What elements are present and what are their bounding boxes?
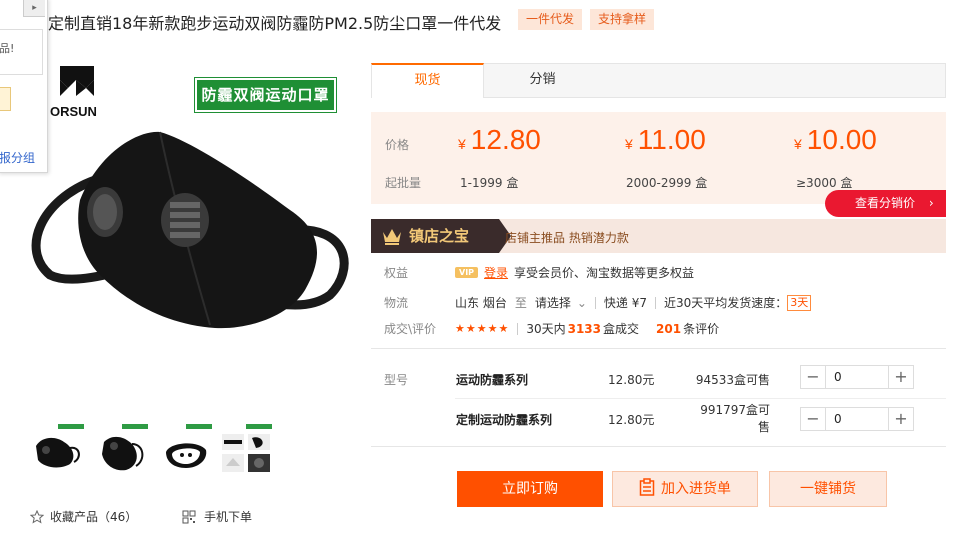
thumbnail-2[interactable] [94,422,150,476]
product-title: 定制直销18年新款跑步运动双阀防霾防PM2.5防尘口罩一件代发 [48,14,502,33]
reviews-count[interactable]: 201 [656,322,681,336]
view-distribution-price-button[interactable]: 查看分销价 › [825,190,946,217]
deals-row: ★★★★★ 30天内 3133 盒成交 201 条评价 [455,320,719,337]
price-label: 价格 [385,138,410,152]
deals-count: 3133 [567,321,601,336]
login-link[interactable]: 登录 [484,264,508,281]
crown-icon [383,229,401,245]
divider [517,322,519,335]
tag-dropship: 一件代发 [518,9,583,30]
buy-now-button[interactable]: 立即订购 [457,471,603,507]
qr-code-icon [182,510,196,523]
deals-label: 成交\评价 [384,322,437,336]
express-fee: 快递 ¥7 [603,296,648,310]
tab-spot[interactable]: 现货 [371,63,484,98]
thumbnail-1[interactable] [30,422,86,476]
one-key-distribute-button[interactable]: 一键铺货 [769,471,887,507]
sku-price-1: 12.80元 [608,373,655,387]
purchase-tabs: 现货 分销 [371,63,946,98]
product-main-image[interactable] [20,60,350,360]
deals-suffix: 盒成交 [603,322,640,336]
destination-select[interactable]: 请选择 ⌄ [535,294,587,311]
quantity-input[interactable]: 0 [825,408,889,430]
quantity-input[interactable]: 0 [825,366,889,388]
origin-text: 山东 烟台 [455,296,507,310]
mobile-order-label: 手机下单 [204,510,253,524]
star-outline-icon [30,509,44,524]
sku-stock-2: 991797盒可售 [700,403,770,434]
sku-name-1: 运动防霾系列 [456,373,529,387]
chevron-right-icon: › [928,196,934,210]
moq-label: 起批量 [385,176,422,190]
range-tier-3: ≥3000 盒 [796,176,853,190]
mobile-order[interactable]: 手机下单 [182,508,252,525]
tab-distribution[interactable]: 分销 [486,63,599,98]
rating-stars-icon: ★★★★★ [455,322,510,335]
clipboard-icon [639,478,655,496]
divider [371,348,946,349]
sku-price-2: 12.80元 [608,413,655,427]
popup-collapse-icon[interactable]: ▸ [23,0,45,17]
treasure-badge: 镇店之宝 [371,219,511,253]
sku-name-2: 定制运动防霾系列 [456,413,553,427]
minus-button[interactable]: − [801,408,825,430]
price-tier-1: ¥12.80 [458,124,541,155]
range-tier-2: 2000-2999 盒 [626,176,708,190]
quantity-stepper-2: − 0 + [800,407,914,431]
minus-button[interactable]: − [801,366,825,388]
vip-badge: VIP [455,267,479,278]
logistics-label: 物流 [384,296,409,310]
ship-speed-text: 近30天平均发货速度： [664,296,788,310]
thumbnail-4[interactable] [218,422,274,476]
popup-highlight[interactable] [0,87,11,111]
divider [455,398,946,399]
deals-prefix: 30天内 [526,322,566,336]
reviews-suffix[interactable]: 条评价 [683,320,719,337]
logistics-row: 山东 烟台 至 请选择 ⌄ 快递 ¥7 近30天平均发货速度： 3天 [455,294,812,311]
favorite-label: 收藏产品（46） [50,510,138,524]
chevron-down-icon: ⌄ [576,296,587,310]
divider [594,296,596,309]
rights-row: VIP 登录 享受会员价、淘宝数据等更多权益 [455,264,694,281]
thumbnail-3[interactable] [158,422,214,476]
ship-speed-badge: 3天 [787,294,812,311]
store-treasure-bar: 镇店之宝 店铺主推品 热销潜力款 [371,219,946,253]
divider [655,296,657,309]
price-tier-3: ¥10.00 [794,124,877,155]
favorite-product[interactable]: 收藏产品（46） [30,508,137,525]
sku-stock-1: 94533盒可售 [695,373,770,387]
sku-label: 型号 [384,373,409,387]
rights-text: 享受会员价、淘宝数据等更多权益 [514,266,695,280]
price-tier-2: ¥11.00 [625,124,706,155]
quantity-stepper-1: − 0 + [800,365,914,389]
tag-sample: 支持拿样 [590,9,655,30]
range-tier-1: 1-1999 盒 [460,176,519,190]
divider [371,446,946,447]
plus-button[interactable]: + [889,408,913,430]
to-text: 至 [514,296,527,310]
treasure-text: 店铺主推品 热销潜力款 [505,231,629,245]
rights-label: 权益 [384,266,409,280]
add-to-cart-button[interactable]: 加入进货单 [612,471,758,507]
plus-button[interactable]: + [889,366,913,388]
